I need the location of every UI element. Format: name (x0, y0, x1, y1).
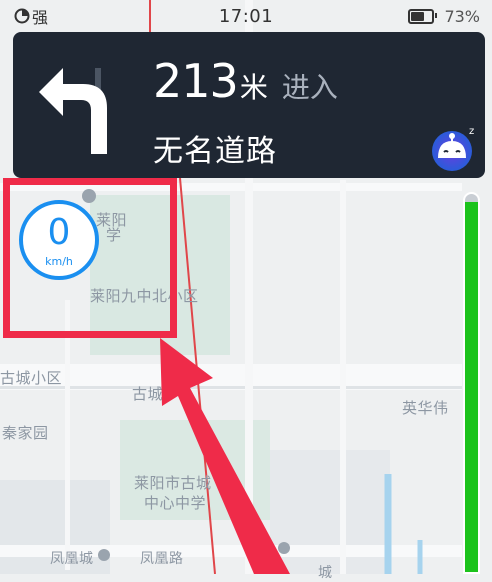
route-progress-fill (465, 201, 478, 572)
map-label: 凤凰路 (140, 551, 184, 567)
poi-icon (98, 549, 110, 561)
map-label: 古城小区 (0, 369, 63, 387)
status-bar: 强 17:01 73% (0, 0, 492, 32)
highlight-box (3, 178, 177, 338)
distance-value: 213 (153, 54, 239, 108)
maneuver-action: 进入 (281, 71, 338, 104)
distance-unit: 米 (239, 71, 268, 104)
distance-row: 213 米 进入 (153, 54, 338, 108)
map-label: 古城 (132, 385, 164, 403)
turn-guidance-panel[interactable]: 213 米 进入 无名道路 z (13, 32, 485, 178)
poi-icon (278, 542, 290, 554)
svg-text:z: z (469, 126, 474, 137)
voice-assistant-icon[interactable]: z (429, 124, 479, 174)
map-label: 中心中学 (144, 494, 207, 512)
map-label: 凤凰城 (50, 551, 94, 567)
map-label: 城 (318, 565, 333, 581)
turn-left-arrow-icon (39, 68, 107, 154)
battery-icon (408, 8, 438, 24)
route-progress-bar (463, 192, 480, 574)
map-label: 秦家园 (2, 424, 49, 442)
map-label: 英华伟 (402, 399, 449, 417)
road-name: 无名道路 (153, 134, 277, 169)
map-label: 莱阳市古城 (134, 474, 212, 492)
